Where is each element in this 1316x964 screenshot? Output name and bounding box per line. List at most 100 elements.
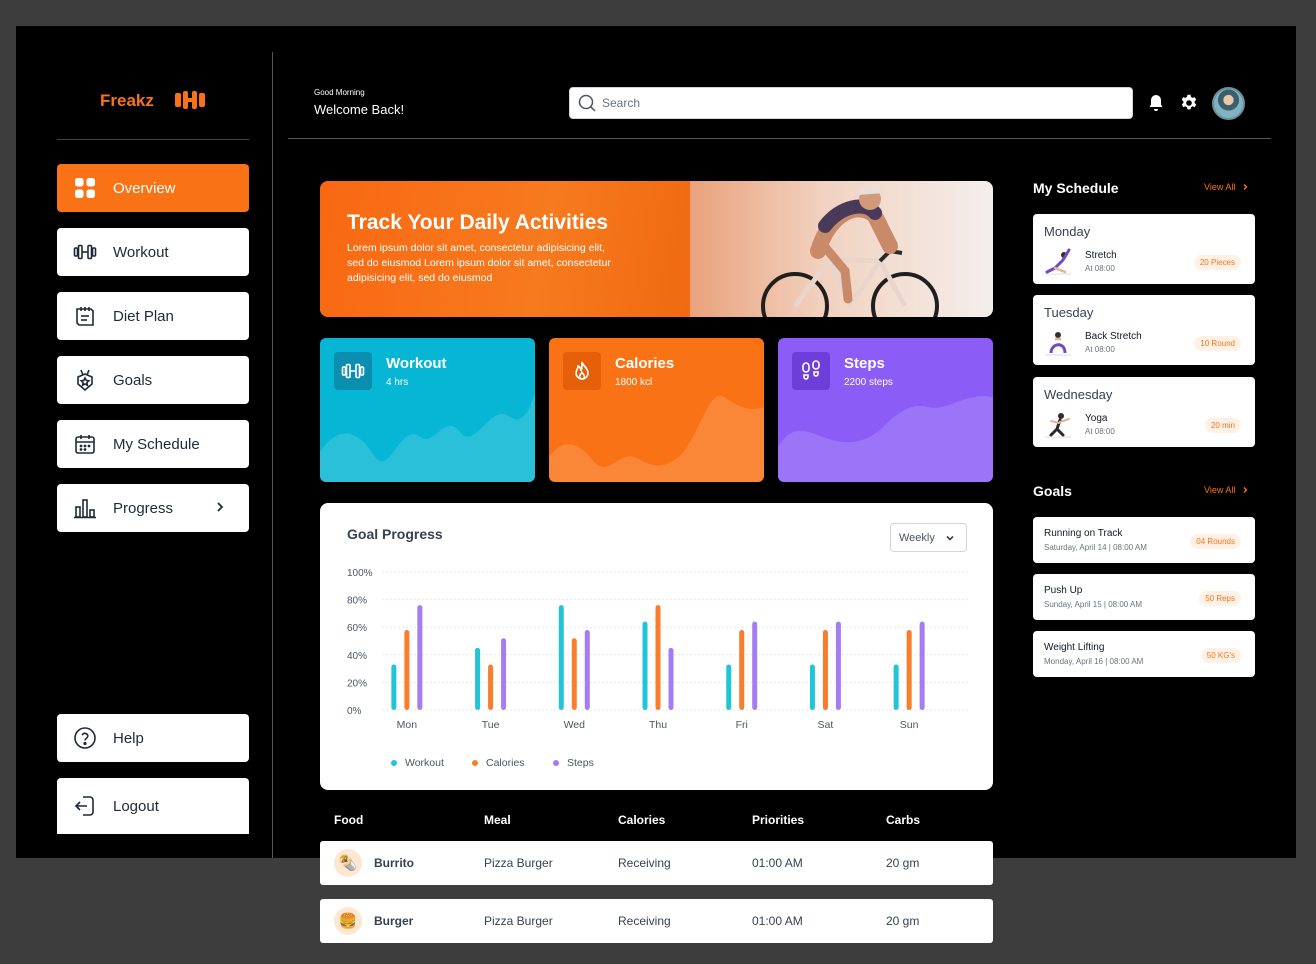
gear-icon[interactable] xyxy=(1180,94,1198,112)
sidebar-item-workout[interactable]: Workout xyxy=(57,228,249,276)
goal-card[interactable]: Push Up Sunday, April 15 | 08:00 AM 50 R… xyxy=(1033,574,1255,620)
schedule-card-tuesday[interactable]: Tuesday Back Stretch At 08:00 10 Round xyxy=(1033,295,1255,365)
bar-calories xyxy=(739,629,745,710)
bar-workout xyxy=(475,647,481,710)
search-icon xyxy=(578,94,596,112)
grid-icon xyxy=(75,178,95,198)
calendar-icon xyxy=(75,435,95,454)
burger-icon: 🍔 xyxy=(334,907,362,935)
sidebar-item-progress[interactable]: Progress xyxy=(57,484,249,532)
schedule-view-all-link[interactable]: View All xyxy=(1204,182,1249,192)
bar-steps xyxy=(668,647,674,710)
help-circle-icon xyxy=(74,727,96,749)
steps-icon-box xyxy=(792,352,830,390)
goal-badge: 04 Rounds xyxy=(1190,534,1241,549)
goal-card[interactable]: Weight Lifting Monday, April 16 | 08:00 … xyxy=(1033,631,1255,677)
stat-card-workout[interactable]: Workout 4 hrs xyxy=(320,338,535,482)
goal-progress-card: 100% 80% 60% 40% 20% 0% Mon Tue Wed Thu Fri Sat Sun … xyxy=(320,503,993,790)
sidebar-item-label: Goals xyxy=(113,371,153,389)
search-bar[interactable] xyxy=(569,87,1133,119)
schedule-badge: 20 min xyxy=(1204,418,1241,433)
sidebar-divider xyxy=(57,139,249,140)
column-header-meal: Meal xyxy=(484,813,511,827)
help-label: Help xyxy=(113,729,144,747)
sidebar-item-overview[interactable]: Overview xyxy=(57,164,249,212)
period-dropdown[interactable]: Weekly xyxy=(890,523,967,552)
schedule-card-monday[interactable]: Monday Stretch At 08:00 20 Pieces xyxy=(1033,214,1255,284)
calories-cell: Receiving xyxy=(618,914,671,928)
table-row[interactable]: 🍔 Burger Pizza Burger Receiving 01:00 AM… xyxy=(320,899,993,943)
avatar[interactable] xyxy=(1212,87,1245,120)
bar-workout xyxy=(809,664,815,710)
hero-banner: Track Your Daily Activities Lorem ipsum … xyxy=(320,181,993,317)
y-tick-label: 100% xyxy=(347,568,373,579)
chevron-right-icon xyxy=(217,502,224,512)
stat-card-steps[interactable]: Steps 2200 steps xyxy=(778,338,993,482)
stat-card-calories[interactable]: Calories 1800 kcl xyxy=(549,338,764,482)
legend-label: Steps xyxy=(567,757,594,769)
bar-workout xyxy=(558,605,564,710)
bar-calories xyxy=(906,629,912,710)
help-button[interactable]: Help xyxy=(57,714,249,762)
bar-workout xyxy=(726,664,732,710)
calories-cell: Receiving xyxy=(618,856,671,870)
period-value: Weekly xyxy=(899,531,935,544)
y-tick-label: 60% xyxy=(347,623,367,634)
dumbbell-icon xyxy=(73,244,97,260)
greeting-text: Good Morning xyxy=(314,88,365,97)
y-tick-label: 40% xyxy=(347,651,367,662)
sidebar-item-diet-plan[interactable]: Diet Plan xyxy=(57,292,249,340)
column-header-food: Food xyxy=(334,813,364,827)
stretch-pose-icon xyxy=(1045,248,1071,275)
cyclist-illustration xyxy=(761,185,939,317)
y-tick-label: 0% xyxy=(347,706,362,717)
x-tick-label: Fri xyxy=(736,719,748,731)
goal-badge: 50 Reps xyxy=(1199,591,1241,606)
legend-dot xyxy=(553,760,559,766)
schedule-title: My Schedule xyxy=(1033,180,1119,196)
chevron-right-icon xyxy=(1243,487,1248,493)
stat-value: 2200 steps xyxy=(844,377,893,388)
back-stretch-pose-icon xyxy=(1045,332,1071,356)
hero-title: Track Your Daily Activities xyxy=(347,211,609,234)
goals-view-all-link[interactable]: View All xyxy=(1204,485,1249,495)
y-tick-label: 80% xyxy=(347,596,367,607)
x-tick-label: Wed xyxy=(564,719,586,731)
bar-steps xyxy=(584,629,590,710)
bar-steps xyxy=(752,621,758,710)
sidebar-item-my-schedule[interactable]: My Schedule xyxy=(57,420,249,468)
search-input[interactable] xyxy=(602,96,1102,110)
goal-date: Saturday, April 14 | 08:00 AM xyxy=(1044,543,1147,552)
sidebar-item-label: Overview xyxy=(113,179,176,197)
goal-date: Sunday, April 15 | 08:00 AM xyxy=(1044,600,1142,609)
food-name: Burger xyxy=(374,914,414,928)
bell-icon[interactable] xyxy=(1148,94,1164,112)
goal-card[interactable]: Running on Track Saturday, April 14 | 08… xyxy=(1033,517,1255,563)
sidebar-item-label: Diet Plan xyxy=(113,307,174,325)
yoga-pose-icon xyxy=(1045,413,1071,438)
schedule-card-wednesday[interactable]: Wednesday Yoga At 08:00 20 min xyxy=(1033,377,1255,447)
burrito-icon: 🌯 xyxy=(334,849,362,877)
schedule-time: At 08:00 xyxy=(1085,345,1115,354)
meal-cell: Pizza Burger xyxy=(484,856,553,870)
column-header-carbs: Carbs xyxy=(886,813,921,827)
sidebar-separator xyxy=(272,52,273,858)
legend-dot xyxy=(472,760,478,766)
sidebar-item-goals[interactable]: Goals xyxy=(57,356,249,404)
x-tick-label: Sun xyxy=(900,719,919,731)
logout-button[interactable]: Logout xyxy=(57,778,249,834)
schedule-time: At 08:00 xyxy=(1085,264,1115,273)
bar-calories xyxy=(488,664,494,710)
chevron-right-icon xyxy=(1243,184,1248,190)
legend-steps: Steps xyxy=(553,757,594,769)
table-row[interactable]: 🌯 Burrito Pizza Burger Receiving 01:00 A… xyxy=(320,841,993,885)
wave-graphic xyxy=(549,395,764,482)
y-tick-label: 20% xyxy=(347,678,367,689)
bar-calories xyxy=(404,629,410,710)
bar-steps xyxy=(501,638,507,710)
legend-calories: Calories xyxy=(472,757,525,769)
stat-name: Steps xyxy=(844,355,885,372)
chevron-down-icon xyxy=(946,535,954,541)
view-all-label: View All xyxy=(1204,182,1236,192)
calories-icon-box xyxy=(563,352,601,390)
